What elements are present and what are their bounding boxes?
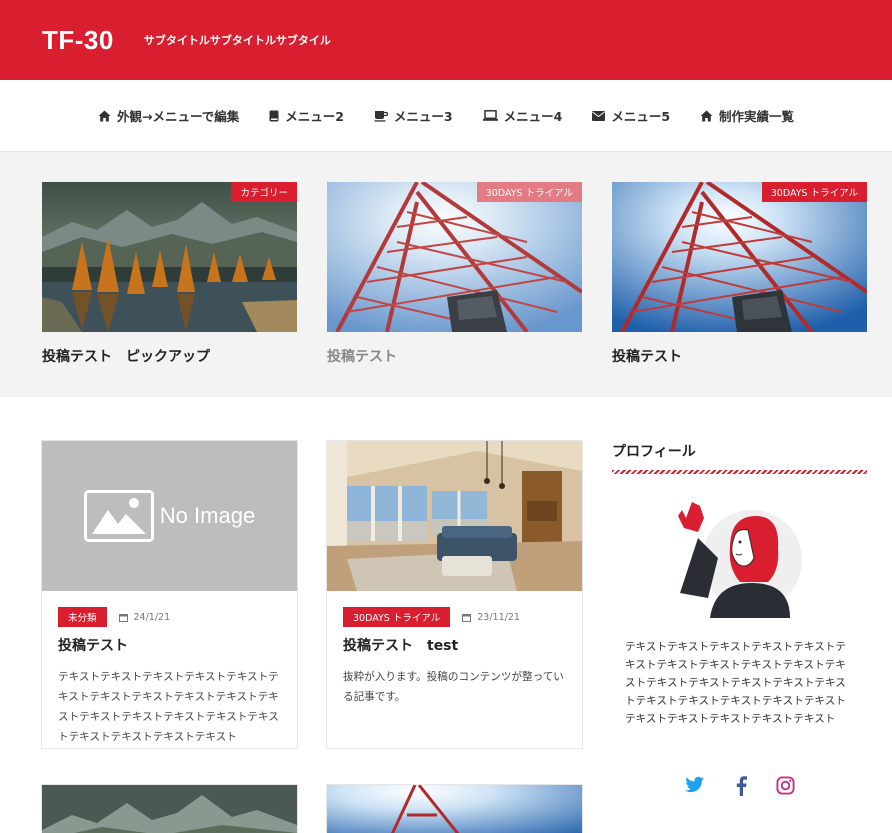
category-badge[interactable]: 30DAYS トライアル — [761, 182, 867, 202]
pickup-card[interactable]: 30DAYS トライアル 投稿テスト — [327, 182, 582, 366]
nav-item-3[interactable]: メニュー3 — [374, 106, 453, 125]
envelope-icon — [592, 110, 606, 121]
tokyo-tower-image[interactable] — [327, 785, 582, 833]
post-title[interactable]: 投稿テスト test — [343, 635, 566, 655]
home-icon — [700, 110, 713, 121]
sidebar-heading: プロフィール — [612, 444, 696, 460]
profile-text: テキストテキストテキストテキストテキストテキストテキストテキストテキストテキスト… — [625, 641, 846, 725]
main-nav: 外観→メニューで編集 メニュー2 メニュー3 メニュー4 メニュー5 制作実績一… — [0, 80, 892, 152]
mountain-lake-image[interactable]: カテゴリー — [42, 182, 297, 332]
post-excerpt: テキストテキストテキストテキストテキストテキストテキストテキストテキストテキスト… — [58, 671, 279, 743]
nav-label: メニュー4 — [503, 109, 563, 124]
nav-item-2[interactable]: メニュー2 — [269, 106, 344, 125]
facebook-icon[interactable] — [735, 776, 747, 800]
post-card[interactable]: No Image 未分類 24/1/21 投稿テスト テキストテキストテキストテ… — [41, 440, 298, 749]
post-card[interactable]: 30DAYS トライアル 23/11/21 投稿テスト test 抜粋が入ります… — [326, 440, 583, 749]
pickup-title[interactable]: 投稿テスト — [327, 346, 582, 366]
laptop-icon — [482, 110, 498, 121]
pickup-section: カテゴリー 投稿テスト ピックアップ 30DAYS トライアル 投稿テスト 30… — [0, 152, 892, 397]
site-subtitle: サブタイトルサブタイトルサブタイル — [143, 34, 331, 47]
tokyo-tower-image[interactable]: 30DAYS トライアル — [612, 182, 867, 332]
site-header: TF-30 サブタイトルサブタイトルサブタイル — [0, 0, 892, 80]
pickup-title[interactable]: 投稿テスト — [612, 346, 867, 366]
no-image-placeholder[interactable]: No Image — [42, 441, 297, 591]
coffee-icon — [374, 110, 388, 122]
post-date: 23/11/21 — [477, 611, 520, 623]
nav-item-5[interactable]: メニュー5 — [592, 106, 670, 125]
nav-label: メニュー3 — [393, 109, 453, 124]
nav-label: メニュー2 — [285, 109, 344, 124]
nav-label: メニュー5 — [611, 109, 671, 124]
post-title[interactable]: 投稿テスト — [58, 635, 281, 655]
nav-item-4[interactable]: メニュー4 — [482, 106, 563, 125]
profile-avatar — [670, 498, 805, 622]
category-badge[interactable]: 未分類 — [58, 607, 107, 627]
nav-label: 外観→メニューで編集 — [116, 109, 240, 124]
post-card-partial[interactable] — [41, 784, 298, 833]
twitter-icon[interactable] — [685, 776, 705, 798]
post-card-partial[interactable] — [326, 784, 583, 833]
home-icon — [98, 110, 111, 121]
book-icon — [269, 110, 279, 121]
post-excerpt: 抜粋が入ります。投稿のコンテンツが整っている記事です。 — [343, 671, 564, 703]
mountain-lake-image[interactable] — [42, 785, 297, 833]
category-badge[interactable]: 30DAYS トライアル — [476, 182, 582, 202]
image-icon — [83, 490, 154, 542]
nav-label: 制作実績一覧 — [719, 109, 795, 124]
no-image-text: No Image — [159, 503, 256, 528]
category-badge[interactable]: 30DAYS トライアル — [343, 607, 451, 627]
nav-item-1[interactable]: 外観→メニューで編集 — [98, 106, 239, 125]
nav-item-6[interactable]: 制作実績一覧 — [700, 106, 794, 125]
post-date: 24/1/21 — [133, 611, 171, 623]
calendar-icon — [118, 613, 128, 622]
heading-divider — [612, 470, 867, 474]
tokyo-tower-image[interactable]: 30DAYS トライアル — [327, 182, 582, 332]
calendar-icon — [462, 613, 472, 622]
pickup-title[interactable]: 投稿テスト ピックアップ — [42, 346, 297, 366]
pickup-card[interactable]: 30DAYS トライアル 投稿テスト — [612, 182, 867, 366]
living-room-image[interactable] — [327, 441, 582, 591]
instagram-icon[interactable] — [776, 776, 795, 799]
pickup-card[interactable]: カテゴリー 投稿テスト ピックアップ — [42, 182, 297, 366]
category-badge[interactable]: カテゴリー — [231, 182, 297, 202]
site-title[interactable]: TF-30 — [42, 25, 114, 56]
